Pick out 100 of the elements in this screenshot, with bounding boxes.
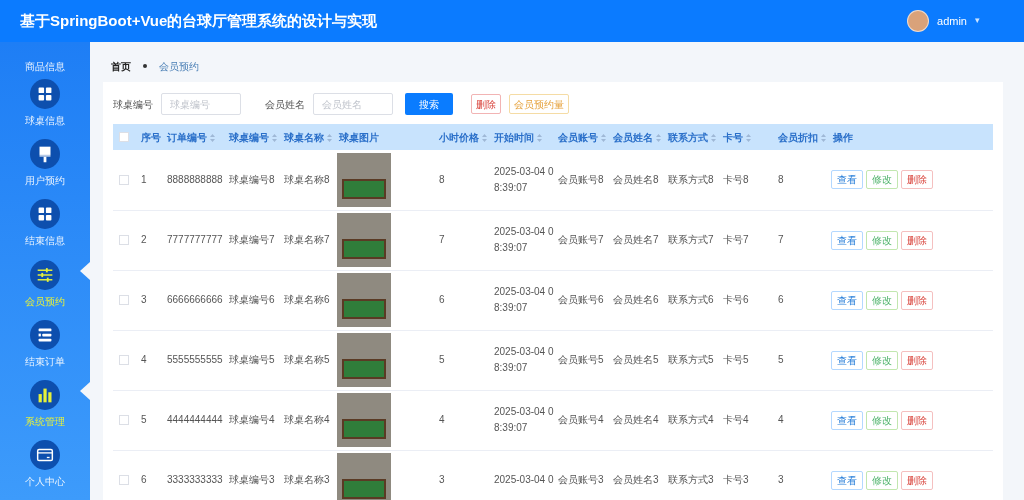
sort-icon[interactable]: [601, 133, 606, 142]
photo-placeholder: [337, 273, 391, 327]
stats-button[interactable]: 会员预约量: [509, 94, 569, 114]
delete-button[interactable]: 删除: [901, 230, 933, 250]
table-cell: 球桌编号4: [229, 414, 275, 425]
sort-icon[interactable]: [711, 133, 716, 142]
sort-icon[interactable]: [482, 133, 487, 142]
view-button[interactable]: 查看: [831, 290, 863, 310]
delete-button[interactable]: 删除: [901, 290, 933, 310]
table-cell: 6666666666: [167, 294, 223, 305]
table-cell: 3333333333: [167, 474, 223, 485]
edit-button[interactable]: 修改: [866, 290, 898, 310]
column-header[interactable]: 订单编号: [167, 131, 215, 143]
table-cell: 卡号3: [723, 474, 749, 485]
menu-item[interactable]: 球桌信息: [25, 115, 65, 128]
photo-placeholder: [337, 453, 391, 500]
menu-item[interactable]: 用户预约: [25, 175, 65, 188]
table-cell: 2025-03-04 08:39:07: [494, 346, 554, 373]
column-header: 球桌图片: [339, 131, 379, 143]
column-header[interactable]: 会员姓名: [613, 131, 661, 143]
delete-button[interactable]: 删除: [901, 410, 933, 430]
table-cell: 4: [141, 354, 147, 365]
table-cell: 5555555555: [167, 354, 223, 365]
menu-item[interactable]: 结束信息: [25, 235, 65, 248]
row-checkbox[interactable]: [119, 295, 129, 305]
view-button[interactable]: 查看: [831, 410, 863, 430]
row-checkbox[interactable]: [119, 235, 129, 245]
user-menu[interactable]: admin ▾: [907, 10, 980, 32]
edit-button[interactable]: 修改: [866, 230, 898, 250]
column-header[interactable]: 卡号: [723, 131, 751, 143]
table-cell: 球桌名称7: [284, 234, 330, 245]
delete-button[interactable]: 删除: [471, 94, 501, 114]
row-checkbox[interactable]: [119, 415, 129, 425]
view-button[interactable]: 查看: [831, 230, 863, 250]
breadcrumb-home[interactable]: 首页: [111, 58, 131, 74]
row-checkbox[interactable]: [119, 475, 129, 485]
table-cell: 3: [439, 474, 445, 485]
table-cell: 7777777777: [167, 234, 223, 245]
table-cell: 会员账号5: [558, 354, 604, 365]
table-cell: 会员姓名5: [613, 354, 659, 365]
menu-item[interactable]: 会员预约: [25, 295, 65, 308]
table-cell: 6: [778, 294, 784, 305]
edit-button[interactable]: 修改: [866, 350, 898, 370]
column-header[interactable]: 球桌编号: [229, 131, 277, 143]
active-notch-icon: [80, 381, 90, 400]
table-cell: 会员姓名7: [613, 234, 659, 245]
column-header[interactable]: 会员折扣: [778, 131, 826, 143]
column-header[interactable]: 开始时间: [494, 131, 542, 143]
table-cell: 球桌编号7: [229, 234, 275, 245]
sort-icon[interactable]: [210, 133, 215, 142]
column-header[interactable]: 联系方式: [668, 131, 716, 143]
photo-placeholder: [337, 152, 391, 207]
sort-icon[interactable]: [656, 133, 661, 142]
table-cell: 7: [439, 234, 445, 245]
table-cell: 8888888888: [167, 173, 223, 185]
column-header[interactable]: 小时价格: [439, 131, 487, 143]
edit-button[interactable]: 修改: [866, 170, 898, 190]
photo-placeholder: [337, 213, 391, 267]
table-cell: 2025-03-04 08:39:07: [494, 286, 554, 313]
filter-label: 球桌编号: [113, 97, 153, 112]
sort-icon[interactable]: [821, 133, 826, 142]
delete-button[interactable]: 删除: [901, 350, 933, 370]
table-cell: 卡号7: [723, 234, 749, 245]
select-all-checkbox[interactable]: [119, 132, 129, 142]
sort-icon[interactable]: [327, 133, 332, 142]
table-cell: 5: [439, 354, 445, 365]
menu-item[interactable]: 商品信息: [25, 61, 65, 74]
column-header[interactable]: 球桌名称: [284, 131, 332, 143]
table-cell: 1: [141, 173, 147, 185]
table-cell: 球桌编号8: [229, 173, 275, 185]
sort-icon[interactable]: [746, 133, 751, 142]
edit-button[interactable]: 修改: [866, 410, 898, 430]
row-checkbox[interactable]: [119, 174, 129, 185]
view-button[interactable]: 查看: [831, 350, 863, 370]
column-header: 序号: [141, 131, 161, 143]
active-notch-icon: [80, 261, 90, 280]
table-cell: 会员账号7: [558, 234, 604, 245]
edit-button[interactable]: 修改: [866, 470, 898, 490]
table-cell: 卡号4: [723, 414, 749, 425]
table-cell: 联系方式3: [668, 474, 714, 485]
column-header[interactable]: 会员账号: [558, 131, 606, 143]
view-button[interactable]: 查看: [831, 170, 863, 190]
menu-item[interactable]: 结束订单: [25, 355, 65, 368]
menu-item[interactable]: 系统管理: [25, 415, 65, 428]
table-cell: 球桌名称6: [284, 294, 330, 305]
menu-item[interactable]: 个人中心: [25, 475, 65, 488]
delete-button[interactable]: 删除: [901, 470, 933, 490]
table-cell: 2: [141, 234, 147, 245]
table-cell: 联系方式5: [668, 354, 714, 365]
table-cell: 会员姓名8: [613, 173, 659, 185]
sort-icon[interactable]: [272, 133, 277, 142]
table-cell: 6: [141, 474, 147, 485]
delete-button[interactable]: 删除: [901, 170, 933, 190]
search-button[interactable]: 搜索: [405, 93, 453, 115]
table-cell: 6: [439, 294, 445, 305]
sort-icon[interactable]: [537, 133, 542, 142]
view-button[interactable]: 查看: [831, 470, 863, 490]
column-header: 操作: [833, 131, 853, 143]
table-cell: 球桌名称5: [284, 354, 330, 365]
row-checkbox[interactable]: [119, 355, 129, 365]
